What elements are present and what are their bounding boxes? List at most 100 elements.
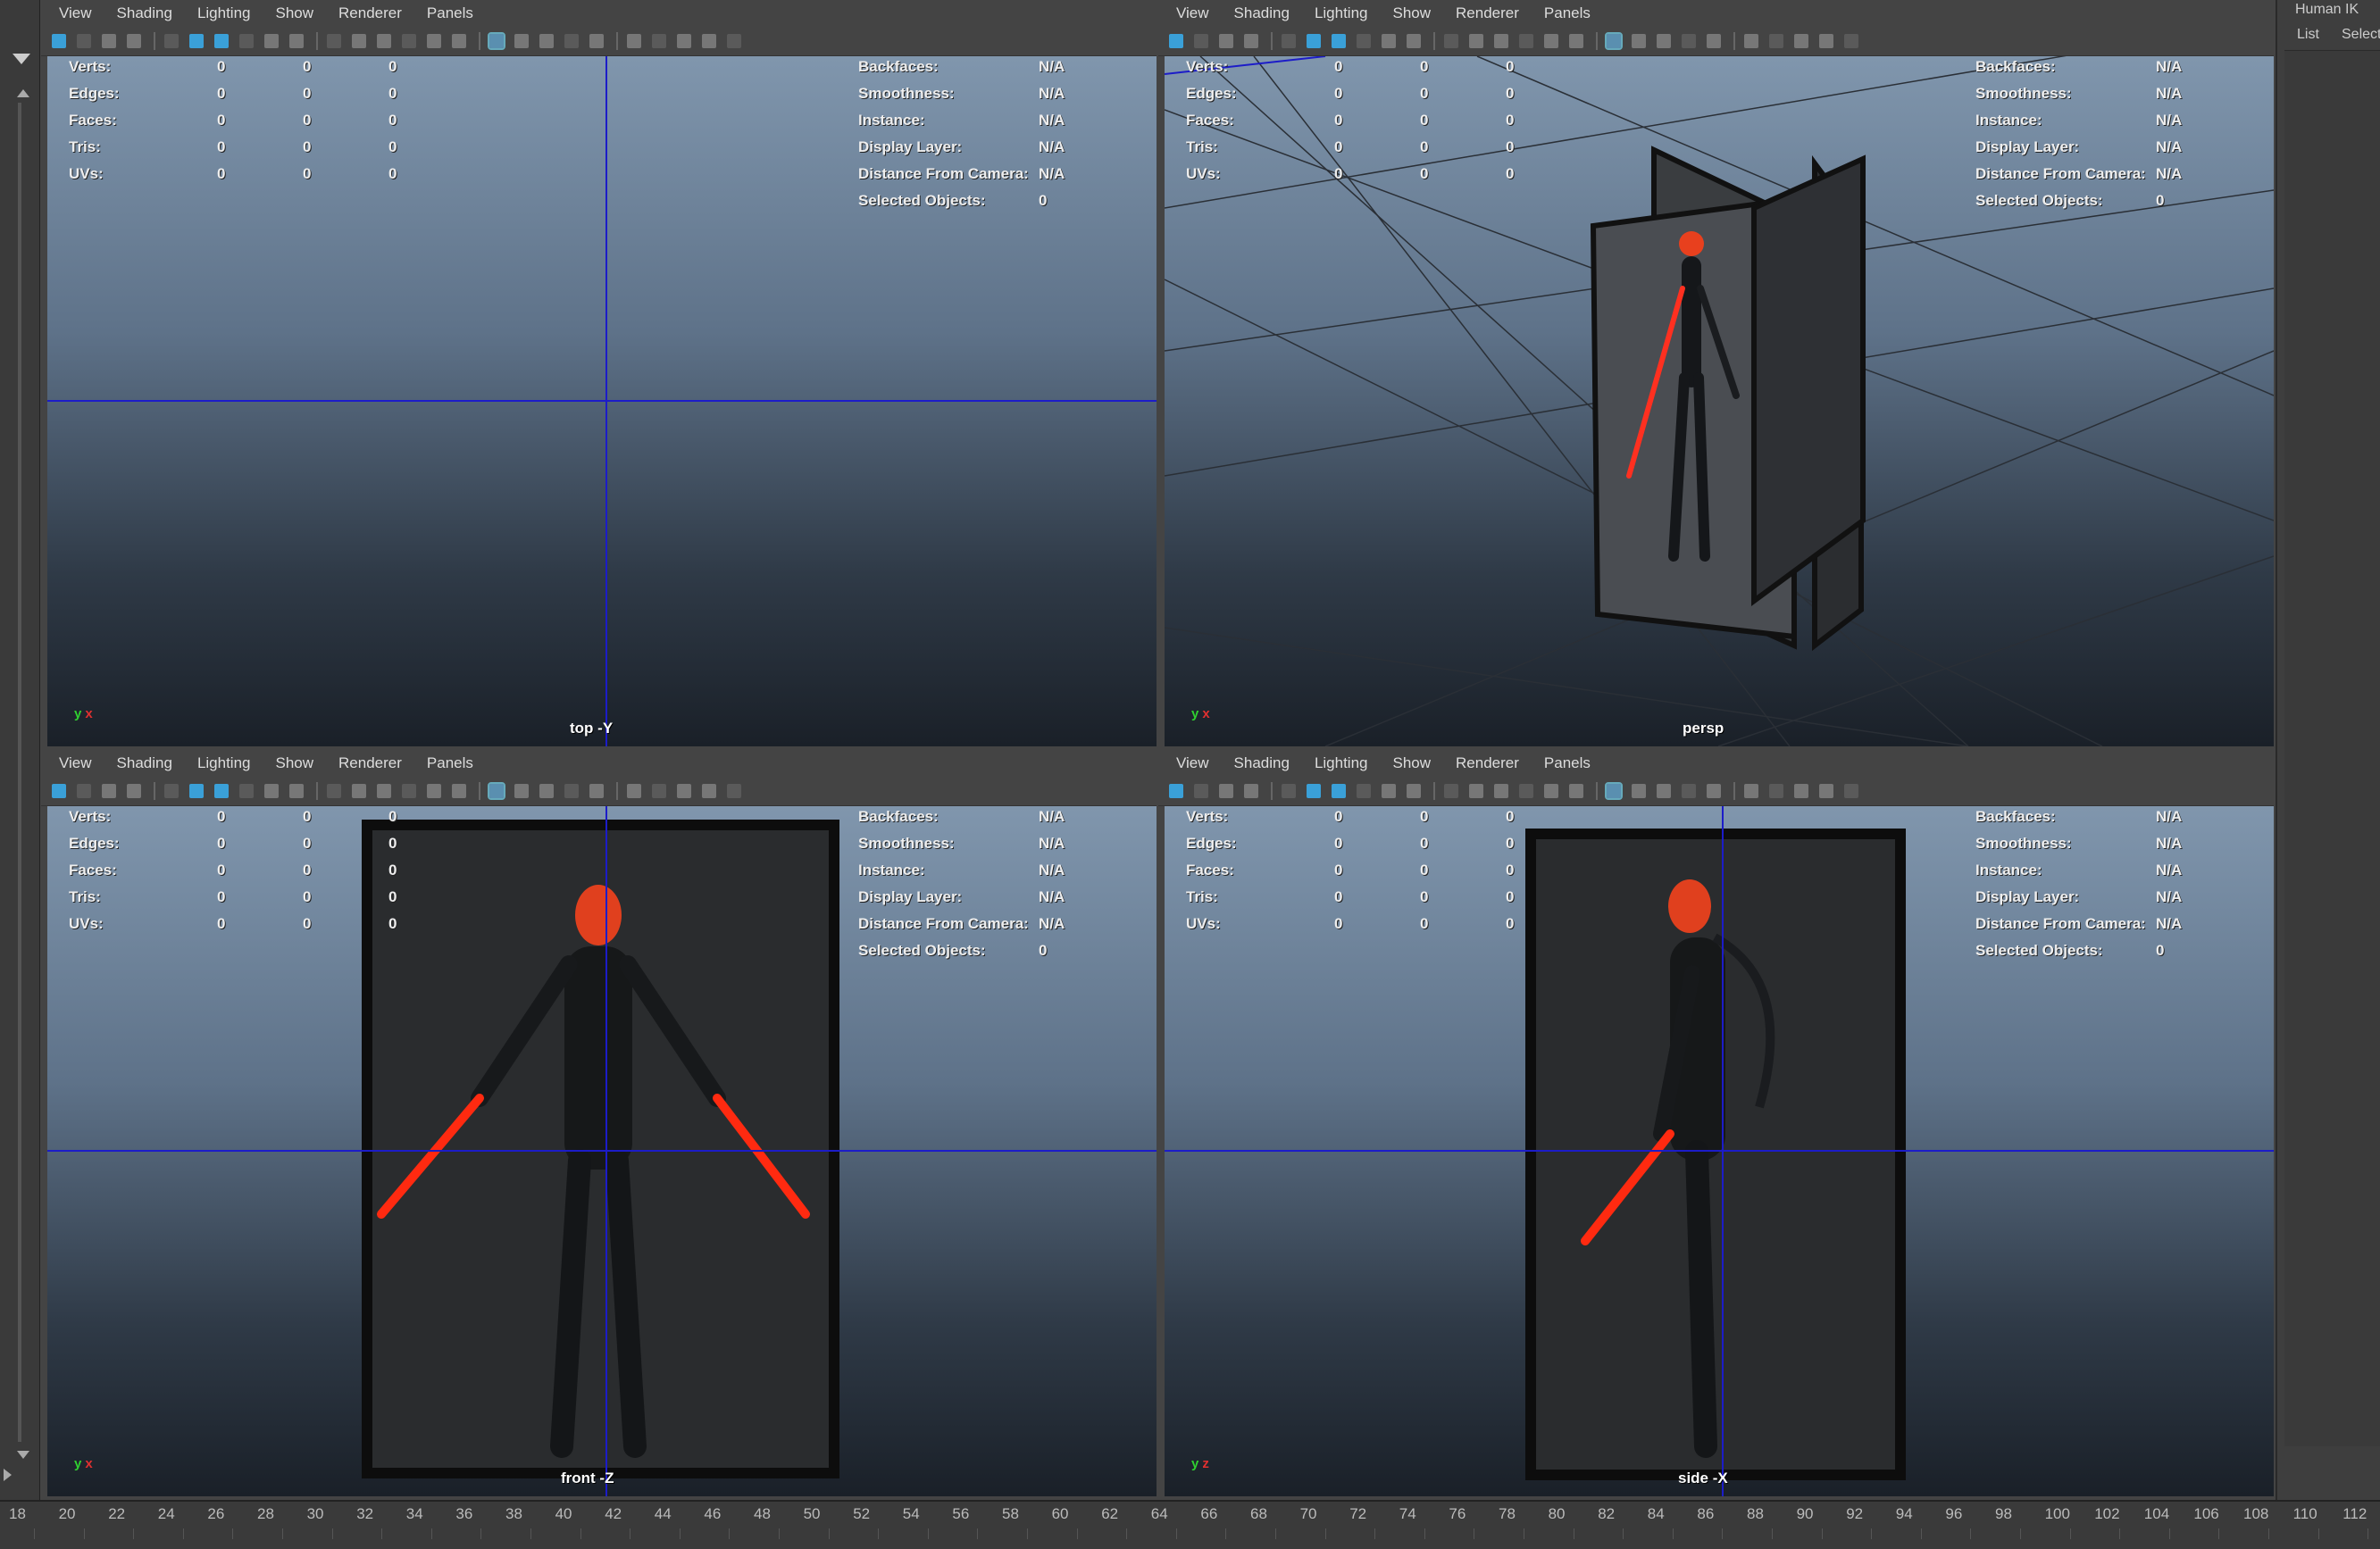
camera-attr-icon[interactable] <box>77 34 91 48</box>
menu-show[interactable]: Show <box>276 750 314 777</box>
ambient-occlusion-icon[interactable] <box>1682 784 1696 798</box>
isolate-icon[interactable] <box>1769 784 1783 798</box>
expand-right-icon[interactable] <box>4 1469 12 1481</box>
safe-action-icon[interactable] <box>352 34 366 48</box>
safe-action-icon[interactable] <box>1469 784 1483 798</box>
wireframe-icon[interactable] <box>1519 34 1533 48</box>
scroll-up-icon[interactable] <box>17 89 29 97</box>
shadows-icon[interactable] <box>1657 784 1671 798</box>
collapse-arrow-icon[interactable] <box>13 54 30 64</box>
anti-alias-icon[interactable] <box>1744 784 1758 798</box>
textured-icon[interactable] <box>488 32 505 50</box>
image-plane-icon[interactable] <box>1244 784 1258 798</box>
menu-lighting[interactable]: Lighting <box>197 750 251 777</box>
safe-title-icon[interactable] <box>1494 784 1508 798</box>
image-plane-icon[interactable] <box>127 784 141 798</box>
menu-renderer[interactable]: Renderer <box>1456 0 1519 27</box>
xray-joints-icon[interactable] <box>1819 34 1833 48</box>
bookmark-icon[interactable] <box>1219 784 1233 798</box>
use-lights-icon[interactable] <box>514 34 529 48</box>
wireframe-icon[interactable] <box>402 34 416 48</box>
menu-panels[interactable]: Panels <box>1544 0 1591 27</box>
ambient-occlusion-icon[interactable] <box>564 34 579 48</box>
backface-icon[interactable] <box>727 784 741 798</box>
menu-shading[interactable]: Shading <box>117 750 172 777</box>
field-chart-icon[interactable] <box>327 784 341 798</box>
viewport-canvas[interactable]: Verts: 0 0 0 Edges: 0 0 0 Faces: 0 0 0 Tris: 0 0 0 UVs: 0… <box>47 56 1157 746</box>
image-plane-icon[interactable] <box>1244 34 1258 48</box>
film-gate-icon[interactable] <box>239 784 254 798</box>
menu-shading[interactable]: Shading <box>1234 750 1290 777</box>
viewport-canvas[interactable]: Verts: 0 0 0 Edges: 0 0 0 Faces: 0 0 0 Tris: 0 0 0 UVs: 0… <box>47 806 1157 1496</box>
menu-shading[interactable]: Shading <box>1234 0 1290 27</box>
two-d-pan-icon[interactable] <box>164 784 179 798</box>
tab-selected[interactable]: Selecte <box>2342 27 2380 43</box>
grease-pencil-icon[interactable] <box>189 34 204 48</box>
select-camera-icon[interactable] <box>52 784 66 798</box>
bookmark-icon[interactable] <box>102 784 116 798</box>
default-material-icon[interactable] <box>1569 784 1583 798</box>
textured-icon[interactable] <box>1605 782 1623 800</box>
select-camera-icon[interactable] <box>1169 34 1183 48</box>
grid-icon[interactable] <box>1332 784 1346 798</box>
safe-action-icon[interactable] <box>1469 34 1483 48</box>
grease-pencil-icon[interactable] <box>1307 784 1321 798</box>
gate-mask-icon[interactable] <box>1407 34 1421 48</box>
bookmark-icon[interactable] <box>1219 34 1233 48</box>
menu-view[interactable]: View <box>1176 0 1209 27</box>
menu-renderer[interactable]: Renderer <box>338 0 402 27</box>
menu-panels[interactable]: Panels <box>1544 750 1591 777</box>
menu-view[interactable]: View <box>59 750 92 777</box>
menu-renderer[interactable]: Renderer <box>1456 750 1519 777</box>
textured-icon[interactable] <box>1605 32 1623 50</box>
default-material-icon[interactable] <box>1569 34 1583 48</box>
motion-blur-icon[interactable] <box>1707 784 1721 798</box>
two-d-pan-icon[interactable] <box>1282 784 1296 798</box>
field-chart-icon[interactable] <box>1444 34 1458 48</box>
wireframe-icon[interactable] <box>1519 784 1533 798</box>
backface-icon[interactable] <box>1844 784 1858 798</box>
gate-mask-icon[interactable] <box>289 784 304 798</box>
field-chart-icon[interactable] <box>327 34 341 48</box>
safe-title-icon[interactable] <box>377 34 391 48</box>
menu-shading[interactable]: Shading <box>117 0 172 27</box>
time-slider[interactable]: 18 20 22 24 26 28 30 32 34 36 38 40 42 44 46 48 50 52 54 56… <box>0 1500 2380 1549</box>
menu-panels[interactable]: Panels <box>427 0 473 27</box>
grid-icon[interactable] <box>214 784 229 798</box>
menu-lighting[interactable]: Lighting <box>1315 750 1368 777</box>
film-gate-icon[interactable] <box>1357 784 1371 798</box>
select-camera-icon[interactable] <box>52 34 66 48</box>
menu-view[interactable]: View <box>1176 750 1209 777</box>
menu-panels[interactable]: Panels <box>427 750 473 777</box>
xray-icon[interactable] <box>1794 34 1808 48</box>
safe-action-icon[interactable] <box>352 784 366 798</box>
use-lights-icon[interactable] <box>1632 784 1646 798</box>
menu-lighting[interactable]: Lighting <box>1315 0 1368 27</box>
wireframe-icon[interactable] <box>402 784 416 798</box>
bookmark-icon[interactable] <box>102 34 116 48</box>
use-lights-icon[interactable] <box>1632 34 1646 48</box>
left-scrollbar[interactable] <box>18 103 21 1442</box>
isolate-icon[interactable] <box>652 784 666 798</box>
motion-blur-icon[interactable] <box>589 784 604 798</box>
smooth-shade-icon[interactable] <box>1544 34 1558 48</box>
scroll-down-icon[interactable] <box>17 1451 29 1459</box>
menu-show[interactable]: Show <box>1393 750 1432 777</box>
grease-pencil-icon[interactable] <box>189 784 204 798</box>
xray-icon[interactable] <box>677 784 691 798</box>
gate-mask-icon[interactable] <box>289 34 304 48</box>
film-gate-icon[interactable] <box>1357 34 1371 48</box>
anti-alias-icon[interactable] <box>1744 34 1758 48</box>
safe-title-icon[interactable] <box>1494 34 1508 48</box>
menu-show[interactable]: Show <box>1393 0 1432 27</box>
gate-mask-icon[interactable] <box>1407 784 1421 798</box>
xray-icon[interactable] <box>677 34 691 48</box>
camera-attr-icon[interactable] <box>1194 784 1208 798</box>
viewport-canvas[interactable]: Verts: 0 0 0 Edges: 0 0 0 Faces: 0 0 0 Tris: 0 0 0 UVs: 0… <box>1165 806 2274 1496</box>
menu-view[interactable]: View <box>59 0 92 27</box>
textured-icon[interactable] <box>488 782 505 800</box>
safe-title-icon[interactable] <box>377 784 391 798</box>
use-lights-icon[interactable] <box>514 784 529 798</box>
isolate-icon[interactable] <box>652 34 666 48</box>
tab-list[interactable]: List <box>2297 27 2319 43</box>
